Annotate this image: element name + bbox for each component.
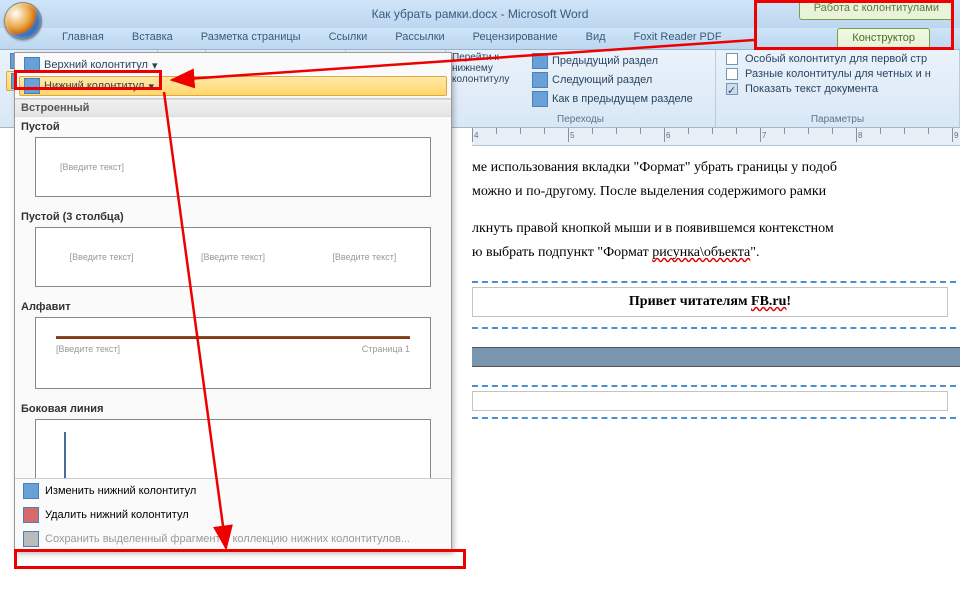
save-selection-action: Сохранить выделенный фрагмент в коллекци… (15, 527, 451, 551)
diff-first-label: Особый колонтитул для первой стр (745, 53, 927, 65)
gallery-item-alphabet-title: Алфавит (15, 297, 451, 315)
office-button[interactable] (4, 2, 42, 40)
tab-design[interactable]: Конструктор (837, 28, 930, 49)
footer-separator (472, 327, 956, 329)
placeholder-text: [Введите текст] (332, 252, 396, 262)
edit-icon (23, 483, 39, 499)
gallery-item-alphabet[interactable]: [Введите текст] Страница 1 (35, 317, 431, 389)
checkbox-icon: ✓ (726, 83, 738, 95)
footer-button-open[interactable]: Нижний колонтитул ▾ (19, 76, 447, 96)
save-selection-label: Сохранить выделенный фрагмент в коллекци… (45, 533, 410, 545)
tab-references[interactable]: Ссылки (315, 28, 382, 49)
next-section-icon (532, 72, 548, 88)
header-separator (472, 417, 956, 419)
page-label: Страница 1 (362, 344, 410, 354)
window-title: Как убрать рамки.docx - Microsoft Word (372, 7, 589, 21)
tab-foxit[interactable]: Foxit Reader PDF (620, 28, 736, 49)
gallery-scroll[interactable]: Встроенный Пустой [Введите текст] Пустой… (15, 98, 451, 478)
show-doc-checkbox[interactable]: ✓ Показать текст документа (722, 82, 935, 96)
edit-footer-action[interactable]: Изменить нижний колонтитул (15, 479, 451, 503)
body-text: лкнуть правой кнопкой мыши и в появившем… (472, 219, 956, 239)
transitions-group-label: Переходы (452, 112, 709, 127)
header-button-dup[interactable]: Верхний колонтитул ▾ (19, 55, 447, 75)
next-section-label: Следующий раздел (552, 74, 652, 86)
body-text: можно и по-другому. После выделения соде… (472, 182, 956, 202)
tab-home[interactable]: Главная (48, 28, 118, 49)
document-area: 45678910111213 ме использования вкладки … (472, 128, 960, 592)
gallery-item-empty3-title: Пустой (3 столбца) (15, 207, 451, 225)
footer-gallery-dropdown: Верхний колонтитул ▾ Нижний колонтитул ▾… (14, 52, 452, 552)
diff-odd-even-checkbox[interactable]: Разные колонтитулы для четных и н (722, 67, 935, 81)
body-text: ме использования вкладки "Формат" убрать… (472, 158, 956, 178)
next-section-button[interactable]: Следующий раздел (528, 71, 697, 89)
remove-icon (23, 507, 39, 523)
footer-content[interactable]: Привет читателям FB.ru! (472, 287, 948, 317)
placeholder-text: [Введите текст] (201, 252, 265, 262)
checkbox-icon (726, 68, 738, 80)
prev-section-icon (532, 53, 548, 69)
diff-odd-even-label: Разные колонтитулы для четных и н (745, 68, 931, 80)
body-text: ю выбрать подпункт "Формат рисунка\объек… (472, 243, 956, 263)
tab-view[interactable]: Вид (572, 28, 620, 49)
gallery-item-empty[interactable]: [Введите текст] (35, 137, 431, 197)
footer-icon (24, 78, 40, 94)
decor-line (64, 432, 66, 478)
annotation-highlight (14, 549, 466, 569)
page-break-gap (472, 347, 960, 367)
header-icon (24, 57, 40, 73)
horizontal-ruler[interactable]: 45678910111213 (472, 128, 960, 146)
placeholder-text: [Введите текст] (60, 162, 124, 172)
edit-footer-label: Изменить нижний колонтитул (45, 485, 196, 497)
placeholder-text: [Введите текст] (56, 344, 120, 354)
diff-first-checkbox[interactable]: Особый колонтитул для первой стр (722, 52, 935, 66)
builtin-heading: Встроенный (15, 99, 451, 117)
gallery-item-empty-title: Пустой (15, 117, 451, 135)
remove-footer-action[interactable]: Удалить нижний колонтитул (15, 503, 451, 527)
spellcheck-underline: рисунка\объекта (652, 245, 750, 260)
show-doc-label: Показать текст документа (745, 83, 878, 95)
title-bar: Как убрать рамки.docx - Microsoft Word Р… (0, 0, 960, 28)
header-separator (472, 385, 956, 387)
link-icon (532, 91, 548, 107)
remove-footer-label: Удалить нижний колонтитул (45, 509, 189, 521)
tab-insert[interactable]: Вставка (118, 28, 187, 49)
same-as-prev-label: Как в предыдущем разделе (552, 93, 693, 105)
gallery-item-empty3[interactable]: [Введите текст] [Введите текст] [Введите… (35, 227, 431, 287)
placeholder-text: [Введите текст] (70, 252, 134, 262)
document-body[interactable]: ме использования вкладки "Формат" убрать… (472, 146, 960, 431)
tab-mailings[interactable]: Рассылки (381, 28, 458, 49)
footer-separator (472, 281, 956, 283)
contextual-tab-label: Работа с колонтитулами (799, 0, 954, 20)
decor-line (56, 336, 410, 339)
params-group-label: Параметры (722, 112, 953, 127)
goto-footer-label: Перейти к нижнему колонтитулу (452, 52, 524, 85)
spellcheck-underline: FB.ru (751, 294, 786, 309)
prev-section-label: Предыдущий раздел (552, 55, 658, 67)
save-icon (23, 531, 39, 547)
ribbon-tabs: Главная Вставка Разметка страницы Ссылки… (0, 28, 960, 50)
tab-layout[interactable]: Разметка страницы (187, 28, 315, 49)
prev-section-button[interactable]: Предыдущий раздел (528, 52, 697, 70)
tab-review[interactable]: Рецензирование (459, 28, 572, 49)
same-as-prev-button[interactable]: Как в предыдущем разделе (528, 90, 697, 108)
gallery-item-sideline-title: Боковая линия (15, 399, 451, 417)
header-content[interactable] (472, 391, 948, 411)
checkbox-icon (726, 53, 738, 65)
gallery-item-sideline[interactable] (35, 419, 431, 478)
